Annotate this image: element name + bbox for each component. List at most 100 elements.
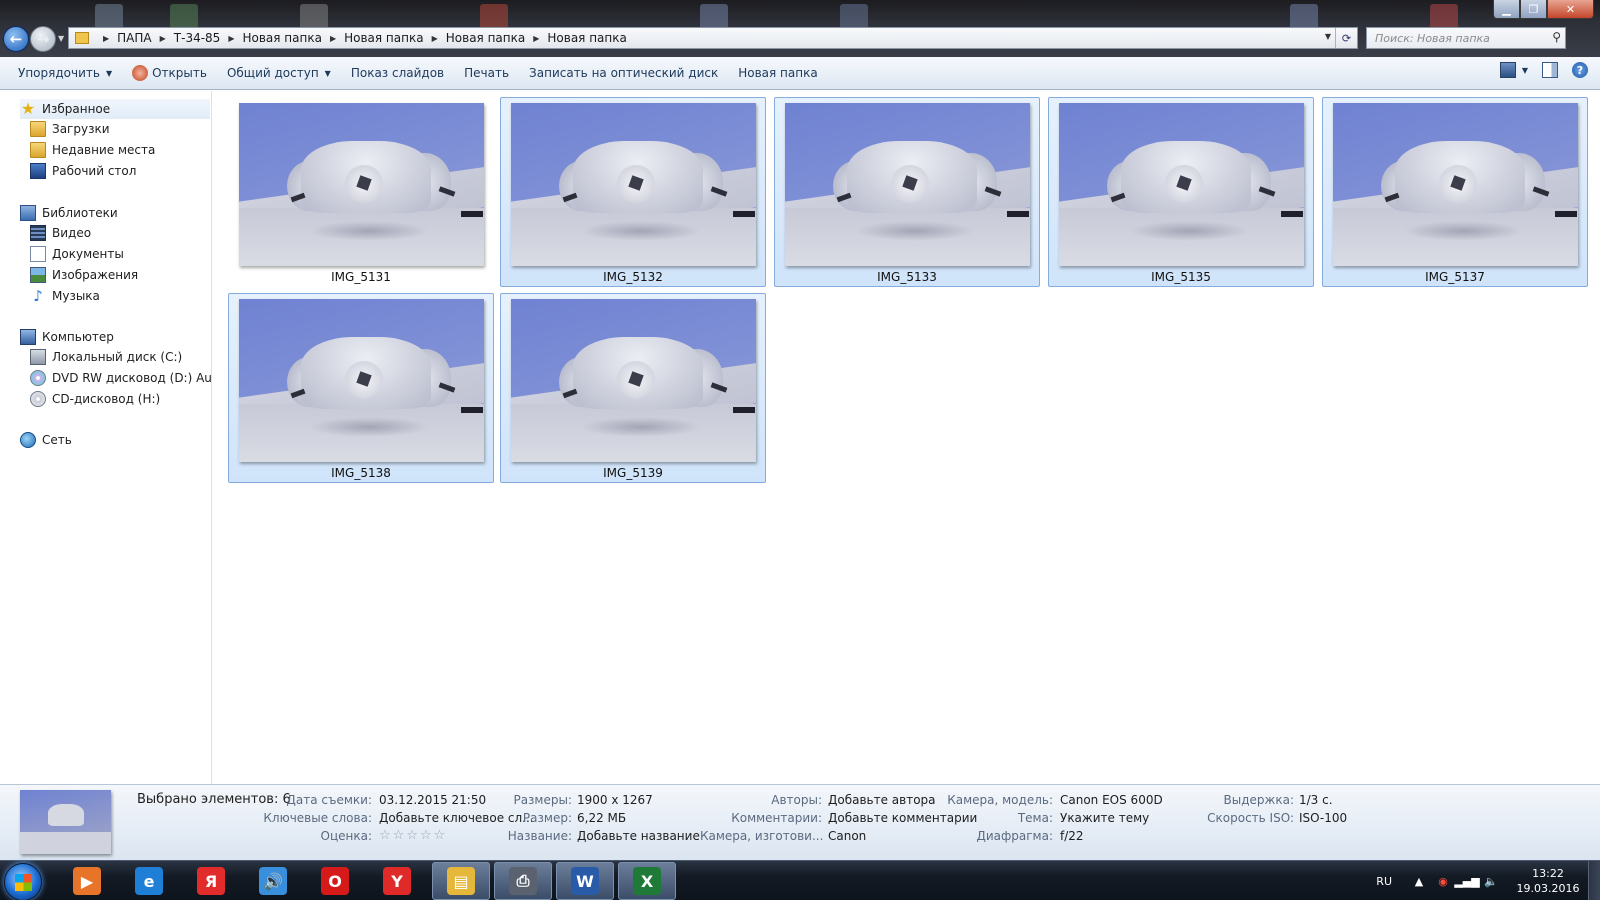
chevron-right-icon[interactable]: ▶ bbox=[330, 34, 336, 43]
sidebar-item-images[interactable]: Изображения bbox=[30, 265, 138, 285]
sidebar-item-favorites[interactable]: ★ Избранное bbox=[20, 99, 210, 119]
refresh-icon: ⟳ bbox=[1341, 31, 1352, 45]
show-hidden-icons-icon[interactable]: ▲ bbox=[1412, 874, 1426, 888]
title-value[interactable]: Добавьте название bbox=[577, 828, 700, 844]
chevron-right-icon[interactable]: ▶ bbox=[160, 34, 166, 43]
view-options-button[interactable]: ▼ bbox=[1499, 62, 1528, 78]
chevron-down-icon: ▼ bbox=[324, 68, 331, 78]
close-button[interactable]: ✕ bbox=[1547, 0, 1594, 19]
clock[interactable]: 13:22 19.03.2016 bbox=[1508, 866, 1588, 896]
sidebar-item-downloads[interactable]: Загрузки bbox=[30, 119, 110, 139]
chevron-right-icon[interactable]: ▶ bbox=[533, 34, 539, 43]
organize-button[interactable]: Упорядочить ▼ bbox=[12, 62, 118, 84]
rating-stars[interactable]: ☆☆☆☆☆ bbox=[379, 828, 447, 844]
breadcrumb-item[interactable]: ПАПА bbox=[117, 31, 151, 45]
file-item[interactable]: IMG_5132 bbox=[500, 97, 766, 287]
taskbar-app-button[interactable]: ▶ bbox=[58, 862, 116, 900]
navigation-pane: ★ Избранное Загрузки Недавние места Рабоч… bbox=[0, 91, 212, 784]
sidebar-item-libraries[interactable]: Библиотеки bbox=[20, 203, 118, 223]
slideshow-button[interactable]: Показ слайдов bbox=[345, 62, 450, 84]
taskbar-app-button[interactable]: X bbox=[618, 862, 676, 900]
share-button[interactable]: Общий доступ ▼ bbox=[221, 62, 337, 84]
authors-value[interactable]: Добавьте автора bbox=[828, 792, 936, 808]
search-input[interactable]: Поиск: Новая папка ⚲ bbox=[1366, 27, 1566, 49]
exposure-value[interactable]: 1/3 с. bbox=[1299, 792, 1333, 808]
sidebar-item-video[interactable]: Видео bbox=[30, 223, 91, 243]
address-bar[interactable]: ▶ ПАПА ▶ Т-34-85 ▶ Новая папка ▶ Новая п… bbox=[68, 27, 1358, 49]
rating-label: Оценка: bbox=[320, 829, 373, 843]
date-taken-value[interactable]: 03.12.2015 21:50 bbox=[379, 792, 486, 808]
help-button[interactable]: ? bbox=[1572, 62, 1588, 78]
subject-value[interactable]: Укажите тему bbox=[1060, 810, 1149, 826]
sidebar-item-drive-d[interactable]: DVD RW дисковод (D:) Audio C bbox=[30, 368, 211, 388]
taskbar-app-button[interactable]: ⎙ bbox=[494, 862, 552, 900]
sidebar-item-label: Изображения bbox=[52, 268, 139, 282]
sidebar-item-label: Локальный диск (C:) bbox=[52, 350, 183, 364]
new-folder-button[interactable]: Новая папка bbox=[732, 62, 823, 84]
open-button[interactable]: Открыть bbox=[126, 62, 213, 84]
aperture-value[interactable]: f/22 bbox=[1060, 828, 1084, 844]
iso-value[interactable]: ISO-100 bbox=[1299, 810, 1347, 826]
dimensions-value: 1900 x 1267 bbox=[577, 793, 653, 807]
chevron-right-icon[interactable]: ▶ bbox=[228, 34, 234, 43]
explorer-icon: ▤ bbox=[447, 867, 475, 895]
refresh-button[interactable]: ⟳ bbox=[1335, 28, 1357, 48]
authors-label: Авторы: bbox=[771, 793, 822, 807]
address-dropdown-icon[interactable]: ▼ bbox=[1325, 32, 1331, 41]
camera-maker-value[interactable]: Canon bbox=[828, 828, 866, 844]
maximize-button[interactable]: ❐ bbox=[1520, 0, 1547, 19]
show-desktop-button[interactable] bbox=[1588, 861, 1600, 900]
view-icon bbox=[1499, 62, 1516, 78]
sidebar-item-drive-h[interactable]: CD-дисковод (H:) bbox=[30, 389, 160, 409]
taskbar-app-button[interactable]: Y bbox=[368, 862, 426, 900]
print-label: Печать bbox=[464, 66, 510, 80]
date-taken-label: Дата съемки: bbox=[286, 793, 373, 807]
breadcrumb: ПАПА ▶ Т-34-85 ▶ Новая папка ▶ Новая пап… bbox=[117, 31, 627, 45]
sidebar-item-recent[interactable]: Недавние места bbox=[30, 140, 155, 160]
taskbar-app-button[interactable]: e bbox=[120, 862, 178, 900]
dvd-drive-icon bbox=[30, 370, 46, 386]
taskbar-app-button[interactable]: 🔊 bbox=[244, 862, 302, 900]
file-item[interactable]: IMG_5131 bbox=[228, 97, 494, 287]
sidebar-item-computer[interactable]: Компьютер bbox=[20, 327, 114, 347]
camera-model-value[interactable]: Canon EOS 600D bbox=[1060, 792, 1163, 808]
back-button[interactable]: ← bbox=[3, 26, 29, 52]
file-item[interactable]: IMG_5139 bbox=[500, 293, 766, 483]
print-button[interactable]: Печать bbox=[458, 62, 515, 84]
title-bar: ▁ ❐ ✕ ← → ▼ ▶ ПАПА ▶ Т-34-85 ▶ Новая пап… bbox=[0, 0, 1600, 57]
sidebar-item-desktop[interactable]: Рабочий стол bbox=[30, 161, 136, 181]
forward-button[interactable]: → bbox=[30, 26, 56, 52]
taskbar-app-button[interactable]: W bbox=[556, 862, 614, 900]
sidebar-item-music[interactable]: ♪ Музыка bbox=[30, 286, 100, 306]
breadcrumb-item[interactable]: Новая папка bbox=[344, 31, 423, 45]
open-label: Открыть bbox=[152, 66, 207, 80]
iso-label: Скорость ISO: bbox=[1207, 811, 1294, 825]
preview-pane-button[interactable] bbox=[1542, 62, 1558, 78]
language-indicator[interactable]: RU bbox=[1376, 875, 1392, 888]
breadcrumb-item[interactable]: Т-34-85 bbox=[174, 31, 221, 45]
file-item[interactable]: IMG_5137 bbox=[1322, 97, 1588, 287]
burn-button[interactable]: Записать на оптический диск bbox=[523, 62, 724, 84]
sidebar-item-network[interactable]: Сеть bbox=[20, 430, 72, 450]
media-player-icon: ▶ bbox=[73, 867, 101, 895]
taskbar-app-button[interactable]: Я bbox=[182, 862, 240, 900]
taskbar-app-button[interactable]: ▤ bbox=[432, 862, 490, 900]
sidebar-item-label: Документы bbox=[52, 247, 124, 261]
sidebar-item-drive-c[interactable]: Локальный диск (C:) bbox=[30, 347, 182, 367]
antivirus-icon[interactable]: ◉ bbox=[1436, 874, 1450, 888]
chevron-right-icon[interactable]: ▶ bbox=[432, 34, 438, 43]
file-item[interactable]: IMG_5138 bbox=[228, 293, 494, 483]
recent-pages-button[interactable]: ▼ bbox=[58, 34, 64, 43]
file-item[interactable]: IMG_5133 bbox=[774, 97, 1040, 287]
signal-icon[interactable]: ▂▄▆ bbox=[1454, 874, 1479, 888]
breadcrumb-item[interactable]: Новая папка bbox=[242, 31, 321, 45]
internet-explorer-icon: e bbox=[135, 867, 163, 895]
sidebar-item-documents[interactable]: Документы bbox=[30, 244, 124, 264]
start-button[interactable] bbox=[4, 863, 42, 900]
volume-icon[interactable]: 🔈 bbox=[1484, 874, 1498, 888]
file-item[interactable]: IMG_5135 bbox=[1048, 97, 1314, 287]
taskbar-app-button[interactable]: O bbox=[306, 862, 364, 900]
minimize-button[interactable]: ▁ bbox=[1493, 0, 1520, 19]
breadcrumb-item[interactable]: Новая папка bbox=[547, 31, 626, 45]
breadcrumb-item[interactable]: Новая папка bbox=[446, 31, 525, 45]
